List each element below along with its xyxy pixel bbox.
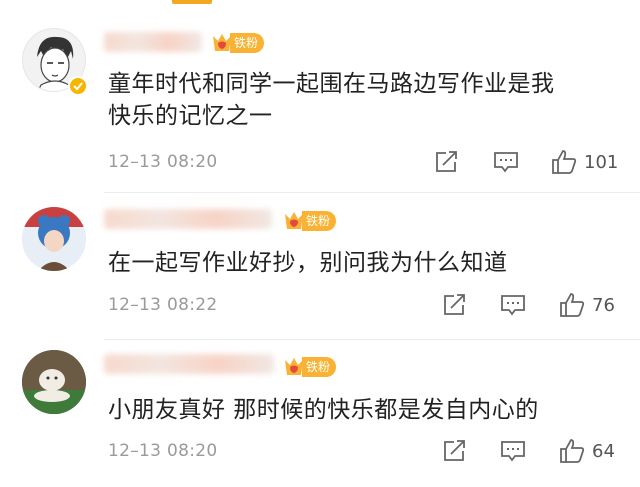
fan-badge-label: 铁粉 (230, 33, 265, 53)
fan-badge: 铁粉 (282, 355, 337, 379)
thumbs-up-icon (560, 439, 585, 463)
thumbs-up-icon (552, 150, 577, 174)
share-button[interactable] (434, 150, 460, 174)
comment-text-line: 童年时代和同学一起围在马路边写作业是我 (108, 71, 555, 97)
comment-item: 铁粉 小朋友真好 那时候的快乐都是发自内心的 12–13 08:20 64 (0, 342, 640, 487)
thumbs-up-icon (560, 293, 585, 317)
active-tab-indicator (172, 0, 212, 4)
comment-icon (501, 295, 525, 316)
like-count: 76 (592, 294, 615, 316)
fan-badge-label: 铁粉 (302, 357, 337, 377)
fan-badge-icon (210, 31, 234, 55)
divider (104, 339, 640, 340)
like-button[interactable]: 101 (550, 148, 618, 176)
fan-badge: 铁粉 (210, 31, 265, 55)
avatar[interactable] (22, 350, 86, 414)
like-count: 64 (592, 440, 615, 462)
fan-badge-icon (282, 355, 306, 379)
comment-text: 在一起写作业好抄，别问我为什么知道 (108, 250, 508, 276)
comment-timestamp: 12–13 08:22 (108, 295, 218, 315)
comment-text-line: 快乐的记忆之一 (108, 103, 273, 129)
like-button[interactable]: 64 (558, 437, 615, 465)
username-blurred[interactable] (104, 209, 272, 229)
comment-text: 童年时代和同学一起围在马路边写作业是我 快乐的记忆之一 (108, 68, 608, 132)
comment-icon (494, 152, 518, 173)
avatar[interactable] (22, 207, 86, 271)
comment-icon (501, 441, 525, 462)
like-count: 101 (584, 151, 619, 173)
comment-item: 铁粉 童年时代和同学一起围在马路边写作业是我 快乐的记忆之一 12–13 08:… (0, 10, 640, 190)
fan-badge: 铁粉 (282, 209, 337, 233)
username-blurred[interactable] (104, 354, 274, 374)
share-icon (444, 440, 465, 461)
like-button[interactable]: 76 (558, 291, 615, 319)
avatar-illustration (22, 350, 86, 414)
comment-button[interactable] (500, 293, 526, 317)
username-blurred[interactable] (104, 32, 202, 52)
comment-timestamp: 12–13 08:20 (108, 152, 218, 172)
avatar-illustration (22, 207, 86, 271)
fan-badge-icon (282, 209, 306, 233)
divider (104, 192, 640, 193)
comment-timestamp: 12–13 08:20 (108, 441, 218, 461)
comment-button[interactable] (500, 439, 526, 463)
comment-button[interactable] (493, 150, 519, 174)
fan-badge-label: 铁粉 (302, 211, 337, 231)
verified-icon (68, 76, 88, 96)
share-icon (444, 294, 465, 315)
share-button[interactable] (442, 293, 468, 317)
share-button[interactable] (442, 439, 468, 463)
comment-item: 铁粉 在一起写作业好抄，别问我为什么知道 12–13 08:22 76 (0, 195, 640, 338)
comment-text: 小朋友真好 那时候的快乐都是发自内心的 (108, 397, 539, 423)
share-icon (436, 151, 457, 172)
